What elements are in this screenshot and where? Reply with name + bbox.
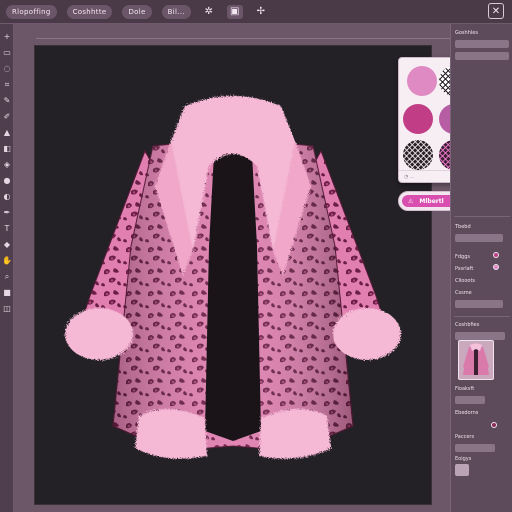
panel-row-label-1: Tbebd	[455, 224, 471, 230]
left-toolbar: + ▭ ◌ ⌗ ✎ ✐ ▲ ◧ ◈ ● ◐ ✒ T ◆ ✋ ⌕ ■ ◫	[0, 24, 14, 512]
panel-row-control-6[interactable]	[455, 396, 485, 404]
panel-row-label-7: Ebedorns	[455, 410, 479, 416]
panel-row-control-5[interactable]	[455, 300, 503, 308]
fill-tool-icon[interactable]: ◈	[2, 160, 12, 170]
panel-row-control-8[interactable]	[455, 444, 495, 452]
coat-thumbnail-image	[463, 343, 489, 375]
swatch-pink-lace[interactable]	[407, 66, 437, 96]
lasso-tool-icon[interactable]: ◌	[2, 64, 12, 74]
panel-row-label-5: Cssme	[455, 290, 472, 296]
color-dot-2[interactable]	[493, 264, 499, 270]
effects-icon[interactable]: ✢	[253, 5, 269, 19]
menu-edit[interactable]: Dole	[122, 4, 152, 19]
hand-tool-icon[interactable]: ✋	[2, 256, 12, 266]
swatch-magenta[interactable]	[403, 104, 433, 134]
menu-create[interactable]: Coshhtte	[66, 4, 113, 19]
panel-row-label-8: Paccers	[455, 434, 475, 440]
shape-tool-icon[interactable]: ◆	[2, 240, 12, 250]
warning-icon: ⚠	[408, 197, 414, 205]
layer-control[interactable]	[455, 332, 505, 340]
eyedropper-tool-icon[interactable]: ✎	[2, 96, 12, 106]
panel-row-label-9: Eoigys	[455, 456, 472, 462]
select-tool-icon[interactable]: ▭	[2, 48, 12, 58]
panel-divider	[454, 216, 510, 217]
layer-thumbnail[interactable]	[458, 340, 494, 380]
panel-row-control-1[interactable]	[455, 234, 503, 242]
quick-mask-icon[interactable]: ◫	[2, 304, 12, 314]
panel-divider-2	[454, 316, 510, 317]
apply-pattern-label: Mlbertl	[419, 197, 444, 205]
magic-wand-icon[interactable]: ✲	[201, 5, 217, 19]
menu-view[interactable]: Bil...	[161, 4, 191, 19]
blur-tool-icon[interactable]: ●	[2, 176, 12, 186]
panel-header: Goshhles	[455, 30, 478, 36]
picture-icon[interactable]: ▣	[226, 4, 243, 19]
brush-tool-icon[interactable]: ✐	[2, 112, 12, 122]
panel-row-label-6: Fioaksft	[455, 386, 475, 392]
pink-leopard-fur-coat-artwork	[65, 96, 401, 459]
text-tool-icon[interactable]: T	[2, 224, 12, 234]
move-tool-icon[interactable]: +	[2, 32, 12, 42]
app-menu-button[interactable]: Rlopoffing	[6, 4, 57, 19]
color-dot-1[interactable]	[493, 252, 499, 258]
stamp-tool-icon[interactable]: ▲	[2, 128, 12, 138]
panel-slider-1[interactable]	[455, 40, 509, 48]
right-properties-panel: Goshhles Tbebd Fdggs Pssrlaft Cllooots C…	[450, 24, 512, 512]
panel-slider-2[interactable]	[455, 52, 509, 60]
color-preview-box[interactable]	[455, 464, 469, 476]
layers-label: Coshbfies	[455, 322, 480, 328]
pen-tool-icon[interactable]: ✒	[2, 208, 12, 218]
close-icon[interactable]: ✕	[488, 3, 504, 19]
foreground-color-icon[interactable]: ■	[2, 288, 12, 298]
swatch-black-check[interactable]	[403, 140, 433, 170]
top-menu-bar: Rlopoffing Coshhtte Dole Bil... ✲ ▣ ✢ ✕	[0, 0, 512, 24]
dodge-tool-icon[interactable]: ◐	[2, 192, 12, 202]
panel-row-label-3: Pssrlaft	[455, 266, 474, 272]
document-canvas[interactable]	[34, 45, 432, 505]
panel-row-label-2: Fdggs	[455, 254, 471, 260]
zoom-tool-icon[interactable]: ⌕	[2, 272, 12, 282]
color-dot-3[interactable]	[491, 422, 497, 428]
crop-tool-icon[interactable]: ⌗	[2, 80, 12, 90]
ruler	[36, 38, 456, 42]
eraser-tool-icon[interactable]: ◧	[2, 144, 12, 154]
panel-row-label-4: Cllooots	[455, 278, 476, 284]
